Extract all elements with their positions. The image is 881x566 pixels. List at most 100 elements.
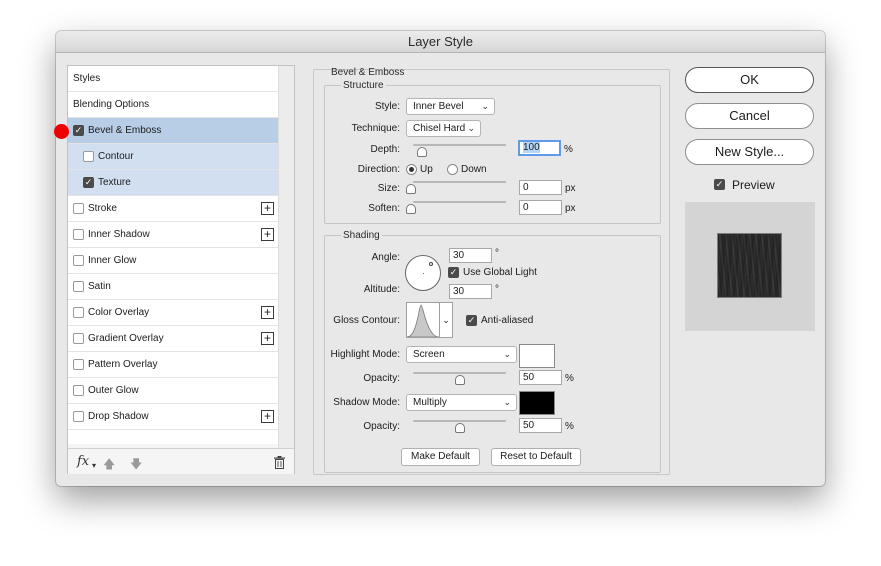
pattern-overlay-checkbox[interactable] xyxy=(73,359,84,370)
style-item-label: Color Overlay xyxy=(88,307,150,318)
style-item-label: Stroke xyxy=(88,203,117,214)
contour-checkbox[interactable] xyxy=(83,151,94,162)
add-color-overlay-icon[interactable]: + xyxy=(261,306,274,319)
list-scrollbar[interactable] xyxy=(278,66,294,448)
shadow-mode-label: Shadow Mode: xyxy=(333,397,400,408)
use-global-light-label: Use Global Light xyxy=(463,267,537,278)
preview-label: Preview xyxy=(732,178,775,192)
preview-checkbox[interactable]: ✓ xyxy=(714,179,725,190)
stroke-checkbox[interactable] xyxy=(73,203,84,214)
direction-down-label: Down xyxy=(461,164,487,175)
style-item-stroke[interactable]: Stroke + xyxy=(68,196,279,222)
style-item-styles[interactable]: Styles xyxy=(68,66,279,92)
shadow-mode-value: Multiply xyxy=(413,397,447,408)
gloss-contour-picker[interactable] xyxy=(406,302,440,338)
fx-icon[interactable]: fx xyxy=(77,454,89,469)
direction-down-radio[interactable] xyxy=(447,164,458,175)
soften-slider-thumb[interactable] xyxy=(406,204,416,214)
contour-curve-icon xyxy=(406,304,440,338)
style-item-gradient-overlay[interactable]: Gradient Overlay + xyxy=(68,326,279,352)
style-item-texture[interactable]: ✓ Texture xyxy=(68,170,279,196)
angle-handle[interactable] xyxy=(429,262,433,266)
bevel-emboss-checkbox[interactable]: ✓ xyxy=(73,125,84,136)
reset-to-default-button[interactable]: Reset to Default xyxy=(491,448,581,466)
direction-up-radio[interactable] xyxy=(406,164,417,175)
style-item-pattern-overlay[interactable]: Pattern Overlay xyxy=(68,352,279,378)
drop-shadow-checkbox[interactable] xyxy=(73,411,84,422)
direction-up-label: Up xyxy=(420,164,433,175)
angle-wheel[interactable]: · xyxy=(405,255,441,291)
depth-value: 100 xyxy=(523,142,540,153)
shadow-opacity-label: Opacity: xyxy=(363,421,400,432)
style-item-color-overlay[interactable]: Color Overlay + xyxy=(68,300,279,326)
trash-icon[interactable] xyxy=(274,456,285,469)
move-down-icon[interactable]: 🡇 xyxy=(130,455,142,476)
highlight-opacity-thumb[interactable] xyxy=(455,375,465,385)
gradient-overlay-checkbox[interactable] xyxy=(73,333,84,344)
shadow-opacity-slider[interactable] xyxy=(413,420,506,422)
anti-aliased-label: Anti-aliased xyxy=(481,315,534,326)
style-list: Styles Blending Options ✓ Bevel & Emboss… xyxy=(68,66,279,444)
inner-shadow-checkbox[interactable] xyxy=(73,229,84,240)
angle-field[interactable]: 30 xyxy=(449,248,492,263)
make-default-button[interactable]: Make Default xyxy=(401,448,480,466)
depth-unit: % xyxy=(564,144,573,155)
style-item-satin[interactable]: Satin xyxy=(68,274,279,300)
style-item-label: Inner Shadow xyxy=(88,229,150,240)
cancel-button[interactable]: Cancel xyxy=(685,103,814,129)
inner-glow-checkbox[interactable] xyxy=(73,255,84,266)
depth-slider-thumb[interactable] xyxy=(417,147,427,157)
style-item-inner-shadow[interactable]: Inner Shadow + xyxy=(68,222,279,248)
color-overlay-checkbox[interactable] xyxy=(73,307,84,318)
style-item-drop-shadow[interactable]: Drop Shadow + xyxy=(68,404,279,430)
use-global-light-checkbox[interactable]: ✓ xyxy=(448,267,459,278)
depth-field[interactable]: 100 xyxy=(518,140,561,156)
style-item-contour[interactable]: Contour xyxy=(68,144,279,170)
outer-glow-checkbox[interactable] xyxy=(73,385,84,396)
add-inner-shadow-icon[interactable]: + xyxy=(261,228,274,241)
altitude-field[interactable]: 30 xyxy=(449,284,492,299)
gloss-contour-dropdown[interactable]: ⌄ xyxy=(440,302,453,338)
satin-checkbox[interactable] xyxy=(73,281,84,292)
size-label: Size: xyxy=(377,183,400,194)
altitude-label: Altitude: xyxy=(363,284,400,295)
highlight-opacity-slider[interactable] xyxy=(413,372,506,374)
highlight-opacity-field[interactable]: 50 xyxy=(519,370,562,385)
highlight-mode-dropdown[interactable]: Screen ⌄ xyxy=(406,346,517,363)
size-slider-thumb[interactable] xyxy=(406,184,416,194)
technique-dropdown[interactable]: Chisel Hard ⌄ xyxy=(406,120,481,137)
preview-thumbnail xyxy=(718,234,781,297)
add-stroke-icon[interactable]: + xyxy=(261,202,274,215)
style-value: Inner Bevel xyxy=(413,101,464,112)
shadow-mode-dropdown[interactable]: Multiply ⌄ xyxy=(406,394,517,411)
style-item-label: Styles xyxy=(73,73,101,84)
texture-checkbox[interactable]: ✓ xyxy=(83,177,94,188)
highlight-color-swatch[interactable] xyxy=(519,344,555,368)
soften-slider[interactable] xyxy=(413,201,506,203)
style-list-panel: Styles Blending Options ✓ Bevel & Emboss… xyxy=(67,65,295,474)
style-item-outer-glow[interactable]: Outer Glow xyxy=(68,378,279,404)
shadow-opacity-thumb[interactable] xyxy=(455,423,465,433)
move-up-icon[interactable]: 🡅 xyxy=(103,455,115,476)
chevron-down-icon: ⌄ xyxy=(503,397,511,407)
shadow-color-swatch[interactable] xyxy=(519,391,555,415)
style-item-blending-options[interactable]: Blending Options xyxy=(68,92,279,118)
soften-field[interactable]: 0 xyxy=(519,200,562,215)
style-dropdown[interactable]: Inner Bevel ⌄ xyxy=(406,98,495,115)
depth-slider[interactable] xyxy=(413,144,506,146)
new-style-button[interactable]: New Style... xyxy=(685,139,814,165)
depth-label: Depth: xyxy=(370,144,400,155)
highlight-opacity-label: Opacity: xyxy=(363,373,400,384)
add-gradient-overlay-icon[interactable]: + xyxy=(261,332,274,345)
highlight-mode-label: Highlight Mode: xyxy=(330,349,400,360)
style-item-bevel-emboss[interactable]: ✓ Bevel & Emboss xyxy=(68,118,279,144)
ok-button[interactable]: OK xyxy=(685,67,814,93)
annotation-marker xyxy=(54,124,69,139)
shadow-opacity-field[interactable]: 50 xyxy=(519,418,562,433)
anti-aliased-checkbox[interactable]: ✓ xyxy=(466,315,477,326)
add-drop-shadow-icon[interactable]: + xyxy=(261,410,274,423)
size-slider[interactable] xyxy=(413,181,506,183)
style-item-inner-glow[interactable]: Inner Glow xyxy=(68,248,279,274)
angle-degree: ° xyxy=(495,248,499,259)
size-field[interactable]: 0 xyxy=(519,180,562,195)
